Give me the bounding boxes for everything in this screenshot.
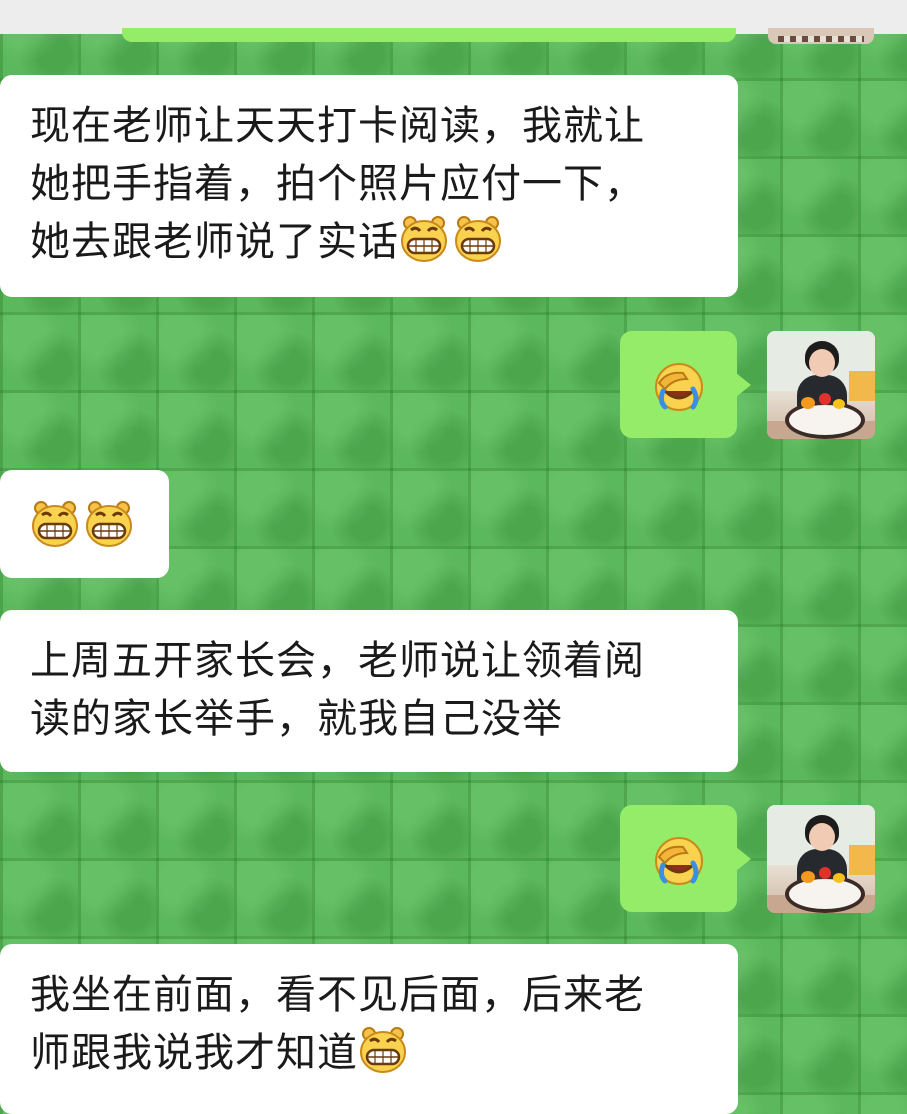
message-line: 她把手指着，拍个照片应付一下， [30,161,645,207]
message-line-text: 师跟我说我才知道 [30,1030,358,1076]
message-line: 读的家长举手，就我自己没举 [30,696,563,742]
message-line: 上周五开家长会，老师说让领着阅 [30,638,645,684]
message-line: 我坐在前面，看不见后面，后来老 [30,972,645,1018]
facepalm-laugh-emoji-icon [653,361,705,413]
incoming-message-bubble[interactable]: 上周五开家长会，老师说让领着阅 读的家长举手，就我自己没举 [0,610,738,772]
message-line: 现在老师让天天打卡阅读，我就让 [30,103,645,149]
message-line-text: 她去跟老师说了实话 [30,219,399,265]
grin-emoji-icon [399,215,449,263]
outgoing-message-bubble[interactable] [620,331,751,438]
grin-emoji-icon [30,500,80,548]
incoming-message-bubble[interactable]: 我坐在前面，看不见后面，后来老 师跟我说我才知道 [0,944,738,1114]
outgoing-message-bubble[interactable] [620,805,751,912]
user-avatar[interactable] [767,331,875,439]
grin-emoji-icon [453,215,503,263]
incoming-message-bubble[interactable] [0,470,169,578]
message-line: 她去跟老师说了实话 [30,213,708,271]
user-avatar[interactable] [767,805,875,913]
previous-outgoing-bubble[interactable] [122,28,736,42]
message-line: 师跟我说我才知道 [30,1024,708,1082]
facepalm-laugh-emoji-icon [653,835,705,887]
incoming-message-bubble[interactable]: 现在老师让天天打卡阅读，我就让 她把手指着，拍个照片应付一下， 她去跟老师说了实… [0,75,738,297]
grin-emoji-icon [84,500,134,548]
previous-user-avatar[interactable] [768,28,874,44]
grin-emoji-icon [358,1026,408,1074]
